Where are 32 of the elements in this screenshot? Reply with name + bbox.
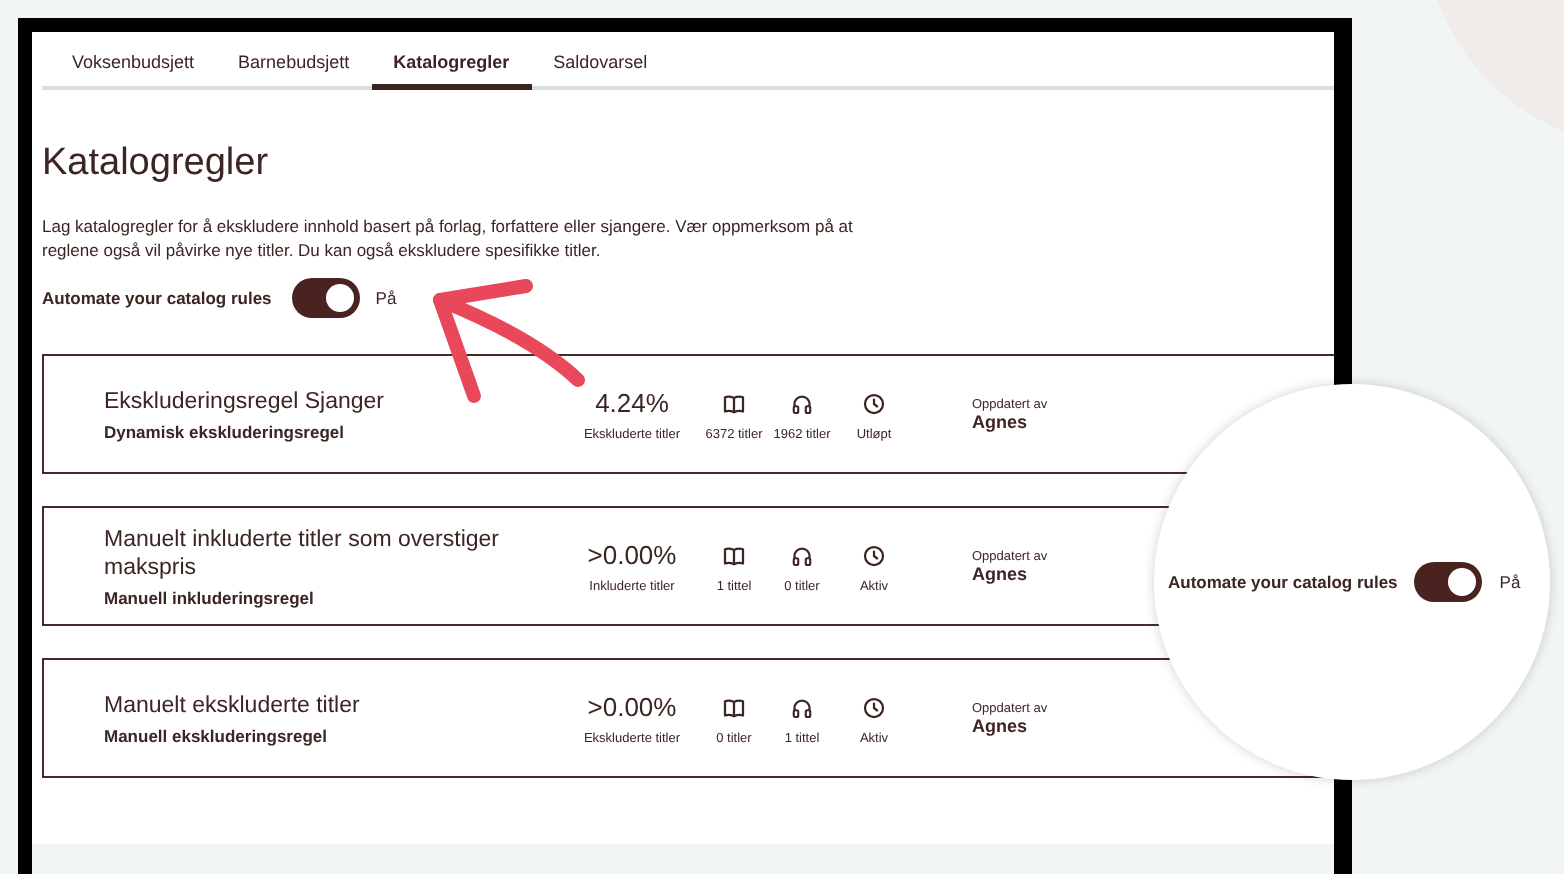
- book-icon: [722, 543, 746, 567]
- percentage-value: 4.24%: [595, 387, 669, 419]
- headphones-icon: [790, 695, 814, 719]
- percentage-value: >0.00%: [587, 539, 677, 571]
- page-heading: Katalogregler: [42, 142, 271, 186]
- description-text: Lag katalogregler for å ekskludere innhold basert på forlag, forfattere eller sjangere. Vær oppmerksom på at reglene også vil påvirke nye titler. Du kan også ekskludere spesifikke titler.: [42, 214, 855, 262]
- toggle-switch[interactable]: [1413, 562, 1482, 602]
- percentage-value: >0.00%: [587, 691, 677, 723]
- tab[interactable]: Voksenbudsjett: [50, 40, 217, 90]
- clock-icon: [862, 391, 886, 415]
- book-icon: [722, 391, 746, 415]
- rule-title: Ekskluderingsregel Sjanger: [104, 387, 386, 415]
- toggle-switch[interactable]: [291, 278, 360, 318]
- toggle-state-text: På: [375, 288, 397, 308]
- rule-type: Manuell ekskluderingsregel: [104, 725, 329, 745]
- updated-by: Agnes: [972, 563, 1030, 583]
- clock-icon: [862, 695, 886, 719]
- rule-title: Manuelt ekskluderte titler: [104, 691, 362, 719]
- rule-type: Dynamisk ekskluderingsregel: [104, 421, 347, 441]
- headphones-icon: [790, 543, 814, 567]
- tab[interactable]: Katalogregler: [371, 40, 532, 90]
- tab[interactable]: Saldovarsel: [531, 40, 670, 90]
- updated-by: Agnes: [972, 411, 1030, 431]
- tab[interactable]: Barnebudsjett: [216, 40, 372, 90]
- toggle-label: Automate your catalog rules: [42, 288, 272, 308]
- clock-icon: [862, 543, 886, 567]
- headphones-icon: [790, 391, 814, 415]
- rule-type: Manuell inkluderingsregel: [104, 587, 316, 607]
- rule-title: Manuelt inkluderte titler som overstiger makspris: [104, 525, 501, 581]
- toggle-state-text: På: [1499, 572, 1521, 592]
- book-icon: [722, 695, 746, 719]
- updated-by: Agnes: [972, 715, 1030, 735]
